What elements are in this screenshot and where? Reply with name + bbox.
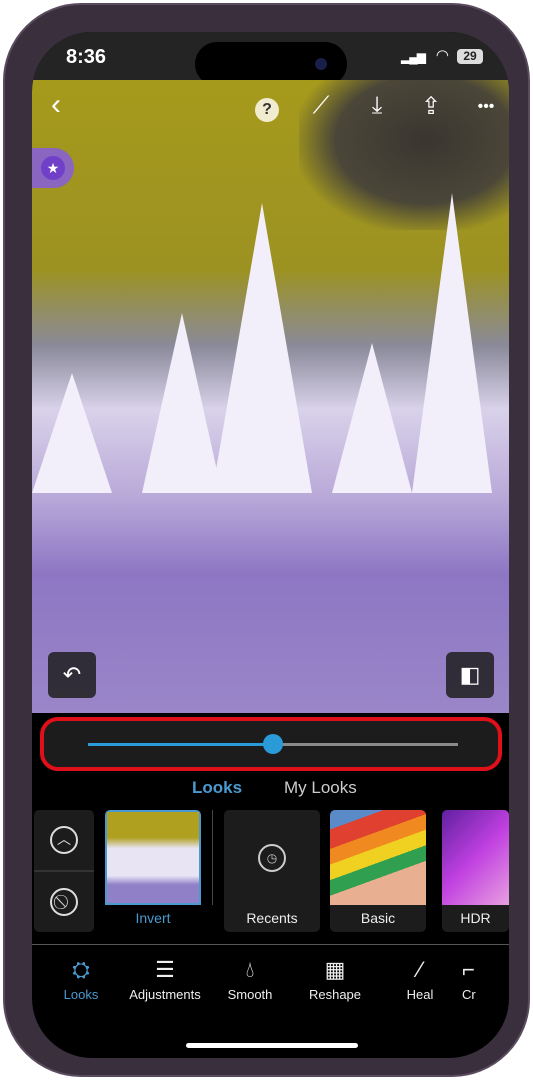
tool-adjustments[interactable]: ☰ Adjustments xyxy=(120,957,210,1002)
camera-icon xyxy=(315,58,327,70)
tool-label: Heal xyxy=(406,987,434,1002)
status-bar: 8:36 ▂▄▆ ◠ 29 xyxy=(32,32,509,86)
intensity-slider-box xyxy=(40,717,502,771)
looks-icon: ⛭ xyxy=(72,957,90,982)
grid-icon: ▦ xyxy=(324,957,346,982)
tree xyxy=(212,203,312,493)
tool-crop[interactable]: ⌐ Cr xyxy=(462,957,502,1002)
tool-smooth[interactable]: 💧︎ Smooth xyxy=(205,957,295,1002)
back-icon[interactable]: ‹ xyxy=(40,88,72,122)
tree xyxy=(412,193,492,493)
compare-button[interactable]: ◧ xyxy=(446,652,494,698)
tool-label: Looks xyxy=(63,987,99,1002)
tool-label: Cr xyxy=(462,987,476,1002)
wifi-icon: ◠ xyxy=(435,47,449,64)
photo-canvas[interactable] xyxy=(32,80,509,713)
looks-strip: ︿ ⃠ Invert ◷ Recents Basic HDR xyxy=(32,810,509,932)
download-icon[interactable]: ⤓ xyxy=(361,92,393,120)
tab-my-looks[interactable]: My Looks xyxy=(284,778,357,798)
sliders-icon: ☰ xyxy=(155,957,175,982)
intensity-slider[interactable] xyxy=(88,734,458,754)
share-icon[interactable]: ⇪ xyxy=(415,92,447,121)
tool-looks[interactable]: ⛭ Looks xyxy=(36,957,126,1002)
signal-icon: ▂▄▆ xyxy=(401,50,426,64)
look-label: Basic xyxy=(360,910,396,926)
slider-fill xyxy=(88,743,273,746)
clock: 8:36 xyxy=(66,46,107,68)
divider xyxy=(212,810,213,905)
tree xyxy=(332,343,412,493)
tree xyxy=(32,373,112,493)
look-thumbnail xyxy=(442,810,509,905)
screen: 8:36 ▂▄▆ ◠ 29 ‹ ? ⟋ ⤓ ⇪ ••• ★ ↶ ◧ Looks … xyxy=(32,32,509,1058)
premium-button[interactable]: ★ xyxy=(32,148,74,188)
tool-heal[interactable]: ⁄ Heal xyxy=(375,957,465,1002)
looks-tabs: Looks My Looks xyxy=(32,778,509,802)
look-label: Recents xyxy=(246,910,298,926)
tree xyxy=(142,313,222,493)
magic-wand-icon[interactable]: ⟋ xyxy=(305,92,337,120)
drop-icon: 💧︎ xyxy=(245,957,255,982)
phone-frame: 8:36 ▂▄▆ ◠ 29 ‹ ? ⟋ ⤓ ⇪ ••• ★ ↶ ◧ Looks … xyxy=(3,3,530,1077)
look-basic[interactable]: Basic xyxy=(330,810,426,932)
look-recents[interactable]: ◷ Recents xyxy=(224,810,320,932)
bandage-icon: ⁄ xyxy=(418,957,422,982)
look-hdr[interactable]: HDR xyxy=(442,810,509,932)
crop-icon: ⌐ xyxy=(462,957,475,982)
look-invert[interactable]: Invert xyxy=(105,810,201,932)
toolbar-divider xyxy=(32,944,509,945)
clock-icon: ◷ xyxy=(258,844,286,872)
none-icon[interactable]: ⃠ xyxy=(50,888,78,916)
look-label: Invert xyxy=(135,910,171,926)
star-icon: ★ xyxy=(41,156,65,180)
looks-side-controls: ︿ ⃠ xyxy=(34,810,94,932)
tool-label: Smooth xyxy=(227,987,273,1002)
help-icon[interactable]: ? xyxy=(255,98,279,122)
tab-looks[interactable]: Looks xyxy=(192,778,242,798)
tool-label: Reshape xyxy=(308,987,362,1002)
chevron-up-icon[interactable]: ︿ xyxy=(50,826,78,854)
tool-label: Adjustments xyxy=(129,987,201,1002)
tool-reshape[interactable]: ▦ Reshape xyxy=(290,957,380,1002)
home-indicator[interactable] xyxy=(186,1043,358,1048)
look-thumbnail xyxy=(105,810,201,905)
battery-icon: 29 xyxy=(457,49,483,64)
slider-thumb[interactable] xyxy=(263,734,283,754)
undo-button[interactable]: ↶ xyxy=(48,652,96,698)
more-icon[interactable]: ••• xyxy=(470,98,502,116)
look-label: HDR xyxy=(460,910,491,926)
look-thumbnail xyxy=(330,810,426,905)
